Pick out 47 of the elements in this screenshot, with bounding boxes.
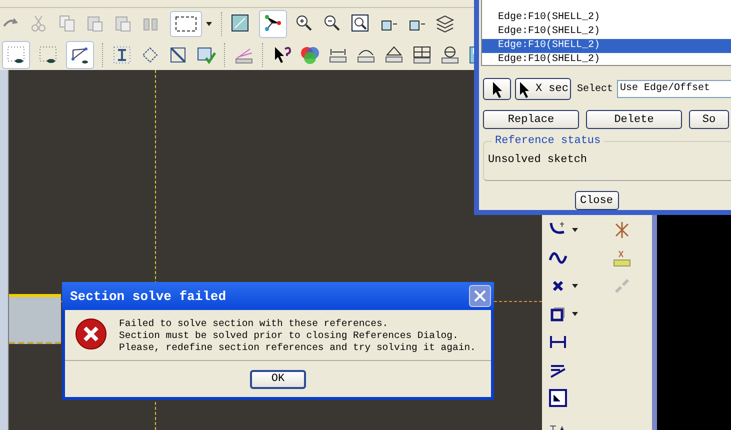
model-edge-drawing	[9, 294, 61, 344]
point-ruler-icon[interactable]	[612, 248, 632, 268]
caret-icon[interactable]	[205, 20, 213, 26]
help-pointer-icon[interactable]	[272, 44, 292, 64]
xsec-button[interactable]: X sec	[515, 78, 571, 100]
table-icon[interactable]	[412, 44, 432, 64]
grid-display-icon[interactable]	[2, 40, 30, 68]
dialog-title: Section solve failed	[70, 288, 226, 304]
caret-icon[interactable]	[571, 227, 579, 233]
crossed-square-icon[interactable]	[168, 44, 188, 64]
action-button[interactable]: Delete	[586, 110, 682, 129]
status-text: Unsolved sketch	[488, 154, 588, 166]
message-text: Section must be solved prior to closing References Dialog.	[119, 330, 460, 342]
pointer-button[interactable]	[483, 78, 511, 100]
pointer-icon	[490, 80, 504, 98]
ok-button[interactable]: OK	[250, 370, 306, 388]
layers-icon[interactable]	[435, 14, 455, 34]
i-beam-icon[interactable]	[112, 44, 132, 64]
action-button[interactable]: So	[689, 110, 729, 129]
triangle-sketch-icon[interactable]	[66, 40, 94, 68]
constraint-frame-icon[interactable]	[548, 388, 568, 408]
caret-icon[interactable]	[571, 311, 579, 317]
dashed-rectangle-icon	[173, 14, 199, 34]
select-label: Select	[577, 84, 614, 94]
reference-item[interactable]: Edge:F10(SHELL_2)	[482, 53, 731, 67]
checkmark-icon[interactable]	[196, 44, 216, 64]
zoom-window-icon[interactable]	[351, 14, 371, 34]
error-icon	[75, 318, 107, 350]
message-text: Failed to solve section with these references.	[119, 318, 390, 330]
close-button[interactable]: Close	[574, 191, 618, 210]
caret-icon[interactable]	[571, 283, 579, 289]
pointer-icon	[517, 80, 532, 98]
close-icon[interactable]	[469, 285, 491, 307]
reference-item[interactable]: Edge:F10(SHELL_2)	[482, 25, 731, 39]
message-text: Please, redefine section references and try solving it again.	[119, 342, 476, 354]
action-button[interactable]: Replace	[483, 110, 579, 129]
nodes-icon[interactable]	[259, 10, 287, 38]
measure-angle-icon[interactable]	[384, 44, 404, 64]
reference-item[interactable]: Edge:F10(SHELL_2)	[482, 11, 731, 25]
measure-diameter-icon[interactable]	[440, 44, 460, 64]
selection-box-button[interactable]	[170, 10, 202, 36]
dotted-grid-icon[interactable]	[38, 44, 58, 64]
color-circles-icon[interactable]	[300, 44, 320, 64]
diamond-icon[interactable]	[140, 44, 160, 64]
select-dropdown[interactable]: Use Edge/Offset	[617, 80, 731, 98]
sketch-view-icon[interactable]	[231, 14, 251, 34]
reference-item[interactable]: Edge:F10(SHELL_2)	[482, 39, 731, 53]
